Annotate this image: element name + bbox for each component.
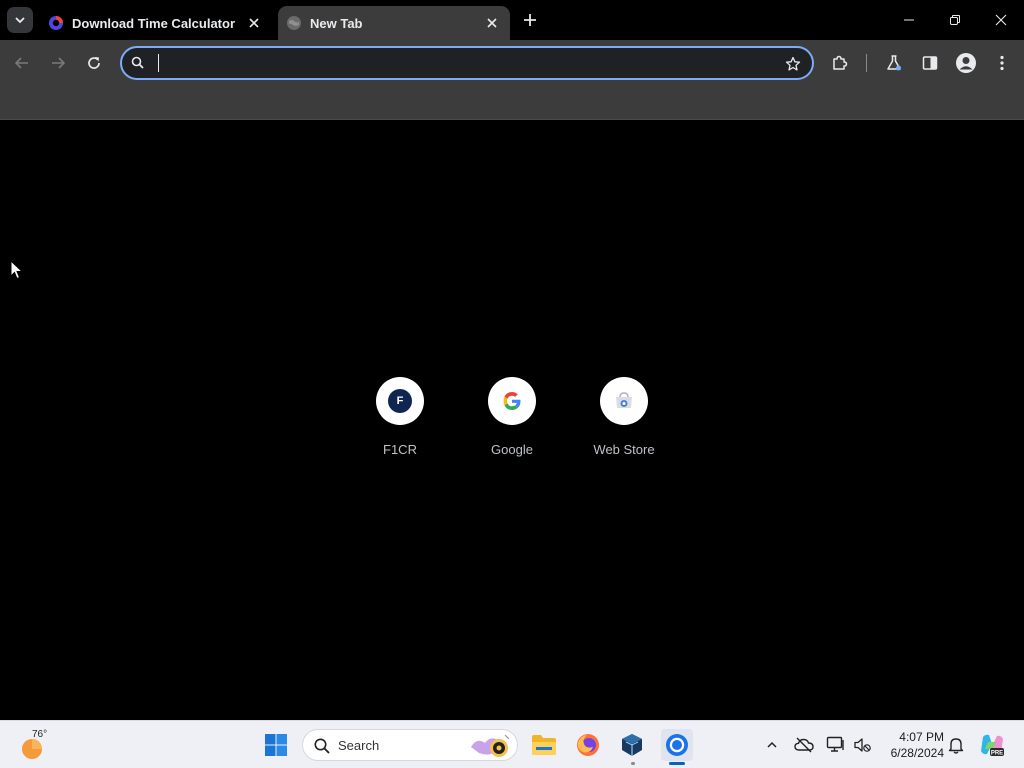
toolbar-separator	[866, 54, 867, 72]
new-tab-page: F F1CR Google Web Store	[0, 121, 1024, 720]
virtualbox-running-indicator	[631, 762, 635, 765]
bookmark-star-button[interactable]	[782, 53, 804, 75]
virtualbox-button[interactable]	[616, 729, 648, 761]
speaker-muted-icon	[854, 738, 871, 752]
forward-button[interactable]	[44, 49, 72, 77]
cloud-off-icon	[794, 737, 814, 753]
copilot-badge-label: PRE	[991, 751, 1003, 757]
back-button[interactable]	[8, 49, 36, 77]
tab-search-button[interactable]	[7, 7, 33, 33]
kebab-menu-icon	[1000, 55, 1004, 71]
start-button[interactable]	[260, 729, 292, 761]
restore-button[interactable]	[932, 0, 978, 40]
search-icon	[131, 56, 144, 69]
chrome-active-indicator	[669, 762, 685, 765]
search-highlight-art-icon	[471, 734, 510, 757]
chevron-up-icon	[767, 741, 777, 748]
text-caret	[158, 54, 159, 72]
chevron-down-icon	[15, 17, 25, 24]
mouse-pointer-icon	[10, 260, 24, 280]
tab-strip: Download Time Calculator New Tab	[0, 0, 1024, 40]
firefox-icon	[577, 734, 599, 756]
bookmarks-bar	[0, 86, 1024, 120]
shortcut-google[interactable]: Google	[456, 377, 568, 457]
google-logo-icon	[503, 392, 521, 410]
chrome-menu-button[interactable]	[988, 49, 1016, 77]
extensions-button[interactable]	[826, 49, 854, 77]
copilot-button[interactable]: PRE	[978, 733, 1006, 757]
tab-download-time-calculator[interactable]: Download Time Calculator	[40, 6, 272, 40]
file-explorer-button[interactable]	[528, 729, 560, 761]
avatar-icon	[956, 53, 976, 73]
side-panel-icon	[922, 56, 938, 70]
new-tab-button[interactable]	[518, 8, 542, 32]
tab-new-tab[interactable]: New Tab	[278, 6, 510, 40]
shortcut-tile	[488, 377, 536, 425]
address-bar[interactable]	[120, 46, 814, 80]
side-panel-button[interactable]	[916, 49, 944, 77]
shortcut-label: Web Store	[593, 442, 655, 457]
f1cr-logo-icon: F	[388, 389, 412, 413]
weather-sun-icon	[22, 739, 42, 759]
profile-button[interactable]	[952, 49, 980, 77]
labs-button[interactable]	[880, 49, 908, 77]
close-window-button[interactable]	[978, 0, 1024, 40]
system-clock[interactable]: 4:07 PM 6/28/2024	[880, 729, 944, 761]
copilot-icon: PRE	[981, 734, 1004, 757]
weather-temperature: 76°	[32, 729, 48, 740]
shortcut-f1cr[interactable]: F F1CR	[344, 377, 456, 457]
web-store-icon	[616, 392, 632, 408]
network-tray-button[interactable]	[824, 733, 848, 757]
onedrive-tray-button[interactable]	[792, 733, 816, 757]
shortcut-label: F1CR	[383, 442, 417, 457]
virtualbox-icon	[622, 734, 642, 756]
close-tab-icon[interactable]	[482, 13, 502, 33]
restore-icon	[950, 15, 960, 25]
bell-icon	[948, 738, 964, 754]
star-icon	[785, 56, 801, 71]
arrow-left-icon	[14, 57, 28, 69]
puzzle-icon	[833, 55, 848, 70]
folder-icon	[532, 735, 556, 755]
notifications-button[interactable]	[944, 733, 968, 757]
close-tab-icon[interactable]	[244, 13, 264, 33]
chrome-icon	[666, 734, 688, 756]
globe-icon	[287, 16, 301, 30]
chrome-button[interactable]	[661, 729, 693, 761]
tab-title: New Tab	[310, 15, 363, 31]
display-network-icon	[826, 736, 844, 752]
shortcut-web-store[interactable]: Web Store	[568, 377, 680, 457]
minimize-button[interactable]	[886, 0, 932, 40]
clock-date: 6/28/2024	[890, 746, 944, 760]
taskbar-search-box[interactable]: Search	[302, 729, 518, 761]
show-hidden-icons-button[interactable]	[760, 733, 784, 757]
arrow-right-icon	[52, 57, 66, 69]
search-label: Search	[338, 738, 380, 753]
minimize-icon	[904, 19, 914, 21]
shortcut-tile: F	[376, 377, 424, 425]
tab-title: Download Time Calculator	[72, 15, 236, 31]
calculator-site-favicon-icon	[49, 16, 63, 30]
address-input[interactable]	[154, 52, 774, 74]
volume-tray-button[interactable]	[850, 733, 874, 757]
plus-icon	[524, 14, 536, 26]
windows-logo-icon	[265, 734, 287, 756]
windows-taskbar: 76° Search 4:07 PM 6/28/2024 PRE	[0, 720, 1024, 768]
browser-toolbar	[0, 40, 1024, 86]
reload-icon	[88, 57, 100, 69]
close-icon	[995, 14, 1007, 26]
shortcut-label: Google	[491, 442, 533, 457]
flask-icon	[887, 55, 901, 71]
search-icon	[314, 738, 330, 754]
clock-time: 4:07 PM	[899, 730, 944, 744]
firefox-button[interactable]	[572, 729, 604, 761]
shortcut-tile	[600, 377, 648, 425]
reload-button[interactable]	[80, 49, 108, 77]
weather-widget[interactable]: 76°	[20, 729, 60, 761]
